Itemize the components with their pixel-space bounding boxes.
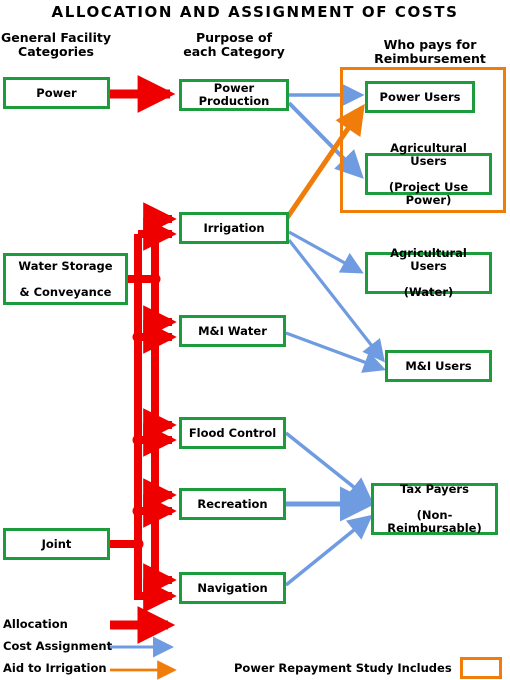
node-joint[interactable]: Joint: [3, 528, 110, 560]
legend-label-cost-assignment: Cost Assignment: [3, 639, 113, 653]
node-ag-users-water-label: Agricultural Users (Water): [368, 247, 489, 299]
node-tax-payers-label: Tax Payers (Non-Reimbursable): [374, 483, 495, 535]
node-flood-control[interactable]: Flood Control: [179, 417, 286, 449]
node-water-storage-label: Water Storage & Conveyance: [14, 258, 116, 299]
node-tax-payers[interactable]: Tax Payers (Non-Reimbursable): [371, 483, 498, 535]
node-power-users-label: Power Users: [379, 89, 461, 104]
node-irrigation[interactable]: Irrigation: [179, 212, 289, 244]
node-power-production[interactable]: Power Production: [179, 79, 289, 111]
node-ag-users-water-line1: Agricultural Users: [390, 246, 467, 273]
node-ag-users-project-line2: (Project Use Power): [388, 179, 469, 207]
legend-label-aid-to-irrigation: Aid to Irrigation: [3, 661, 107, 675]
node-power-production-label: Power Production: [198, 81, 270, 108]
node-recreation[interactable]: Recreation: [179, 488, 286, 520]
node-flood-control-label: Flood Control: [188, 425, 277, 440]
node-tax-payers-line1: Tax Payers: [400, 482, 469, 496]
node-tax-payers-line2: (Non-Reimbursable): [387, 508, 482, 535]
node-ag-users-project[interactable]: Agricultural Users (Project Use Power): [365, 141, 492, 206]
cost-assignment-navigation-to-tax-payers: [284, 514, 373, 587]
node-power-label: Power: [36, 85, 77, 100]
node-mi-users[interactable]: M&I Users: [385, 350, 492, 382]
node-navigation-label: Navigation: [197, 580, 268, 595]
node-power[interactable]: Power: [3, 77, 110, 109]
node-mi-users-label: M&I Users: [405, 358, 472, 373]
cost-assignment-mi-water-to-mi-users: [285, 331, 387, 373]
diagram-canvas: ALLOCATION AND ASSIGNMENT OF COSTS Gener…: [0, 0, 510, 680]
node-recreation-label: Recreation: [197, 496, 268, 511]
legend-label-allocation: Allocation: [3, 617, 68, 631]
node-mi-water-label: M&I Water: [198, 323, 267, 338]
node-mi-water[interactable]: M&I Water: [179, 315, 286, 347]
node-ag-users-water-line2: (Water): [403, 285, 454, 299]
node-water-storage[interactable]: Water Storage & Conveyance: [3, 253, 128, 305]
node-navigation[interactable]: Navigation: [179, 572, 286, 604]
node-ag-users-project-line1: Agricultural Users: [390, 140, 467, 168]
node-ag-users-project-label: Agricultural Users (Project Use Power): [368, 140, 489, 207]
cost-assignment-flood-control-to-tax-payers: [284, 431, 373, 503]
node-water-storage-line1: Water Storage: [18, 258, 113, 273]
node-joint-label: Joint: [41, 536, 72, 551]
node-power-users[interactable]: Power Users: [365, 81, 475, 113]
legend-swatch-power-repayment: [460, 657, 502, 679]
node-water-storage-line2: & Conveyance: [19, 284, 112, 299]
legend-label-power-repayment: Power Repayment Study Includes: [234, 661, 452, 675]
node-irrigation-label: Irrigation: [203, 220, 265, 235]
node-ag-users-water[interactable]: Agricultural Users (Water): [365, 247, 492, 299]
